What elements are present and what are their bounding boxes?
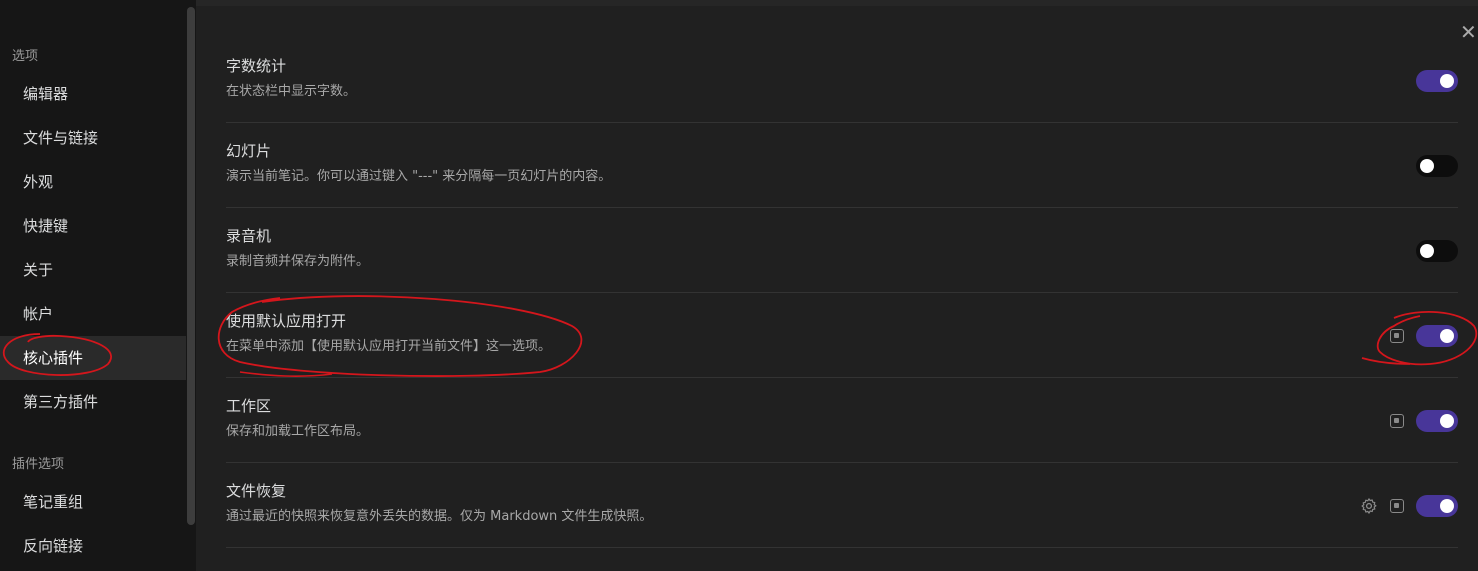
setting-name: 录音机 [226,227,272,245]
sidebar-item-note-composer[interactable]: 笔记重组 [0,480,186,524]
toggle-knob [1440,499,1454,513]
setting-name: 字数统计 [226,57,287,75]
setting-row-word-count: 字数统计 在状态栏中显示字数。 [226,38,1458,123]
toggle-knob [1420,244,1434,258]
setting-row-workspaces: 工作区 保存和加载工作区布局。 [226,378,1458,463]
setting-row-slides: 幻灯片 演示当前笔记。你可以通过键入 "---" 来分隔每一页幻灯片的内容。 [226,123,1458,208]
setting-description: 在菜单中添加【使用默认应用打开当前文件】这一选项。 [226,339,552,354]
setting-name: 工作区 [226,397,272,415]
setting-name: 幻灯片 [226,142,272,160]
toggle-file-recovery[interactable] [1416,495,1458,517]
toggle-word-count[interactable] [1416,70,1458,92]
setting-controls [1390,409,1458,433]
setting-description: 通过最近的快照来恢复意外丢失的数据。仅为 Markdown 文件生成快照。 [226,509,653,524]
sidebar-item-community-plugins[interactable]: 第三方插件 [0,380,186,424]
setting-name: 使用默认应用打开 [226,312,347,330]
setting-description: 录制音频并保存为附件。 [226,254,370,269]
setting-name: 文件恢复 [226,482,287,500]
hotkey-icon[interactable] [1390,329,1404,343]
toggle-knob [1440,414,1454,428]
toggle-audio-recorder[interactable] [1416,240,1458,262]
sidebar-item-account[interactable]: 帐户 [0,292,186,336]
setting-controls [1416,69,1458,93]
toggle-workspaces[interactable] [1416,410,1458,432]
gear-icon[interactable] [1360,497,1378,515]
toggle-knob [1440,329,1454,343]
settings-panel: ✕ 字数统计 在状态栏中显示字数。 幻灯片 演示当前笔记。你可以通过键入 "--… [196,6,1478,571]
setting-row-audio-recorder: 录音机 录制音频并保存为附件。 [226,208,1458,293]
toggle-knob [1440,74,1454,88]
sidebar-item-hotkeys[interactable]: 快捷键 [0,204,186,248]
sidebar-item-editor[interactable]: 编辑器 [0,72,186,116]
sidebar-item-appearance[interactable]: 外观 [0,160,186,204]
sidebar-scrollbar[interactable] [187,7,195,525]
sidebar-item-backlinks[interactable]: 反向链接 [0,524,186,568]
setting-controls [1416,239,1458,263]
setting-controls [1390,324,1458,348]
settings-sidebar: 选项 编辑器 文件与链接 外观 快捷键 关于 帐户 核心插件 第三方插件 插件选… [0,0,186,571]
section-title-options: 选项 [12,49,39,64]
sidebar-item-core-plugins[interactable]: 核心插件 [0,336,186,380]
hotkey-icon[interactable] [1390,499,1404,513]
toggle-open-default-app[interactable] [1416,325,1458,347]
setting-controls [1360,494,1458,518]
setting-description: 在状态栏中显示字数。 [226,84,357,99]
setting-row-file-recovery: 文件恢复 通过最近的快照来恢复意外丢失的数据。仅为 Markdown 文件生成快… [226,463,1458,548]
settings-window: 选项 编辑器 文件与链接 外观 快捷键 关于 帐户 核心插件 第三方插件 插件选… [0,0,1478,571]
sidebar-item-files-links[interactable]: 文件与链接 [0,116,186,160]
sidebar-item-about[interactable]: 关于 [0,248,186,292]
setting-controls [1416,154,1458,178]
toggle-knob [1420,159,1434,173]
section-title-plugin-options: 插件选项 [12,457,65,472]
setting-row-open-default-app: 使用默认应用打开 在菜单中添加【使用默认应用打开当前文件】这一选项。 [226,293,1458,378]
close-icon[interactable]: ✕ [1460,22,1478,42]
setting-description: 演示当前笔记。你可以通过键入 "---" 来分隔每一页幻灯片的内容。 [226,169,612,184]
hotkey-icon[interactable] [1390,414,1404,428]
setting-description: 保存和加载工作区布局。 [226,424,370,439]
toggle-slides[interactable] [1416,155,1458,177]
